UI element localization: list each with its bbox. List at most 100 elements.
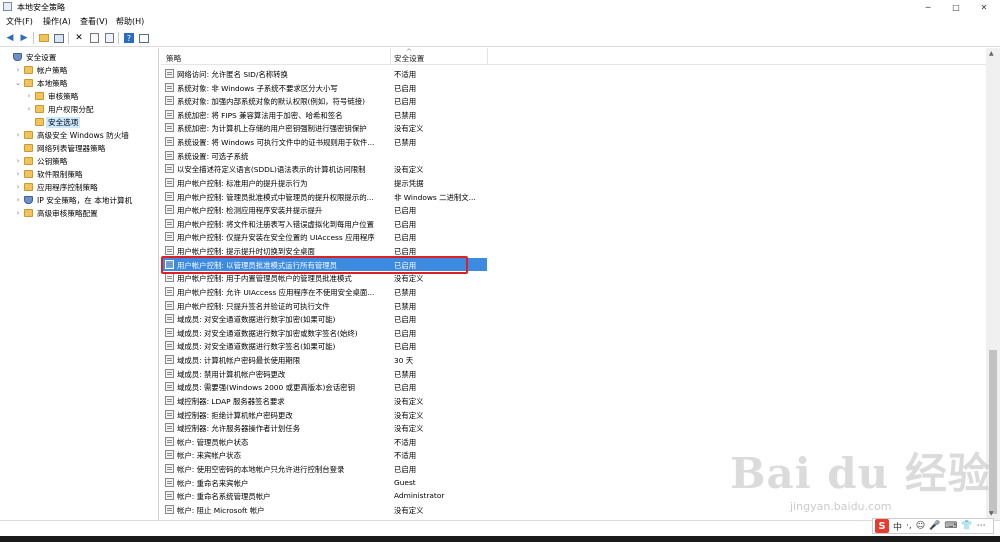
- policy-row[interactable]: 网络访问: 允许匿名 SID/名称转换 不适用: [161, 67, 986, 81]
- console-icon[interactable]: [138, 32, 150, 44]
- policy-row[interactable]: 域成员: 对安全通道数据进行数字签名(如果可能) 已启用: [161, 339, 986, 353]
- policy-row[interactable]: 系统对象: 非 Windows 子系统不要求区分大小写 已启用: [161, 81, 986, 95]
- menu-view[interactable]: 查看(V): [80, 16, 108, 27]
- policy-row[interactable]: 域成员: 对安全通道数据进行数字加密或数字签名(始终) 已启用: [161, 326, 986, 340]
- scroll-up-icon[interactable]: ▲: [989, 50, 994, 57]
- ime-mode[interactable]: 中: [893, 520, 902, 533]
- tree-item[interactable]: › IP 安全策略，在 本地计算机: [0, 194, 158, 207]
- policy-icon: [165, 218, 174, 228]
- policy-row[interactable]: 系统加密: 将 FIPS 兼容算法用于加密、哈希和签名 已禁用: [161, 108, 986, 122]
- menu-help[interactable]: 帮助(H): [116, 16, 144, 27]
- policy-icon: [165, 477, 174, 487]
- scroll-down-icon[interactable]: ▼: [989, 510, 994, 517]
- tree-item[interactable]: ⌄ 本地策略: [0, 77, 158, 90]
- security-setting: 没有定义: [394, 410, 424, 420]
- policy-row[interactable]: 域成员: 计算机帐户密码最长使用期限 30 天: [161, 353, 986, 367]
- tree-expander-icon[interactable]: [25, 118, 33, 126]
- policy-name: 域控制器: LDAP 服务器签名要求: [177, 396, 285, 406]
- folder-icon: [35, 92, 44, 100]
- security-setting: 已启用: [394, 97, 417, 107]
- policy-icon: [165, 191, 174, 201]
- tree-item-label: IP 安全策略，在 本地计算机: [37, 196, 133, 205]
- tree-expander-icon[interactable]: [3, 53, 11, 61]
- minimize-button[interactable]: ─: [914, 0, 942, 14]
- forward-arrow-icon[interactable]: ▶: [18, 32, 30, 44]
- column-header-policy[interactable]: 策略: [166, 53, 181, 64]
- policy-icon: [165, 137, 174, 147]
- up-folder-icon[interactable]: [38, 32, 50, 44]
- security-setting: 已启用: [394, 83, 417, 93]
- close-button[interactable]: ✕: [970, 0, 998, 14]
- tree-item[interactable]: 网络列表管理器策略: [0, 142, 158, 155]
- maximize-button[interactable]: □: [942, 0, 970, 14]
- tree-item[interactable]: › 公钥策略: [0, 155, 158, 168]
- tree-item[interactable]: › 用户权限分配: [0, 103, 158, 116]
- column-divider[interactable]: [487, 48, 488, 65]
- back-arrow-icon[interactable]: ◀: [4, 32, 16, 44]
- policy-name: 域控制器: 拒绝计算机帐户密码更改: [177, 410, 293, 420]
- tree-item[interactable]: › 应用程序控制策略: [0, 181, 158, 194]
- more-icon[interactable]: ⋯: [977, 521, 986, 531]
- tree-expander-icon[interactable]: ›: [14, 209, 22, 217]
- policy-row[interactable]: 用户帐户控制: 将文件和注册表写入错误虚拟化到每用户位置 已启用: [161, 217, 986, 231]
- security-setting: 已启用: [394, 464, 417, 474]
- policy-row[interactable]: 以安全描述符定义语言(SDDL)语法表示的计算机访问限制 没有定义: [161, 162, 986, 176]
- policy-row[interactable]: 系统对象: 加强内部系统对象的默认权限(例如，符号链接) 已启用: [161, 94, 986, 108]
- tree-item[interactable]: 安全选项: [0, 116, 158, 129]
- policy-row[interactable]: 系统设置: 将 Windows 可执行文件中的证书规则用于软件... 已禁用: [161, 135, 986, 149]
- policy-row[interactable]: 系统设置: 可选子系统: [161, 149, 986, 163]
- policy-row[interactable]: 用户帐户控制: 只提升签名并验证的可执行文件 已禁用: [161, 299, 986, 313]
- menu-file[interactable]: 文件(F): [6, 16, 33, 27]
- tree-item[interactable]: › 高级审核策略配置: [0, 207, 158, 220]
- tree-item-label: 高级安全 Windows 防火墙: [37, 131, 129, 140]
- policy-name: 用户帐户控制: 只提升签名并验证的可执行文件: [177, 301, 330, 311]
- tree-item[interactable]: › 高级安全 Windows 防火墙: [0, 129, 158, 142]
- help-icon[interactable]: ?: [123, 32, 135, 44]
- column-header-setting[interactable]: 安全设置: [394, 53, 424, 64]
- tree-expander-icon[interactable]: ⌄: [14, 79, 22, 87]
- security-setting: 已启用: [394, 219, 417, 229]
- policy-row[interactable]: 用户帐户控制: 标准用户的提升提示行为 提示凭据: [161, 176, 986, 190]
- menu-action[interactable]: 操作(A): [43, 16, 71, 27]
- tree-expander-icon[interactable]: ›: [14, 131, 22, 139]
- policy-row[interactable]: 用户帐户控制: 管理员批准模式中管理员的提升权限提示的... 非 Windows …: [161, 190, 986, 204]
- policy-row[interactable]: 系统加密: 为计算机上存储的用户密钥强制进行强密钥保护 没有定义: [161, 121, 986, 135]
- policy-row[interactable]: 域成员: 禁用计算机帐户密码更改 已禁用: [161, 367, 986, 381]
- tree-expander-icon[interactable]: ›: [14, 157, 22, 165]
- export-list-icon[interactable]: [103, 32, 115, 44]
- tree-expander-icon[interactable]: ›: [14, 66, 22, 74]
- policy-row[interactable]: 域控制器: 拒绝计算机帐户密码更改 没有定义: [161, 408, 986, 422]
- tree-item[interactable]: 安全设置: [0, 51, 158, 64]
- microphone-icon[interactable]: 🎤: [929, 521, 940, 531]
- skin-icon[interactable]: 👕: [961, 521, 972, 531]
- policy-row[interactable]: 域控制器: LDAP 服务器签名要求 没有定义: [161, 394, 986, 408]
- policy-row[interactable]: 域成员: 对安全通道数据进行数字加密(如果可能) 已启用: [161, 312, 986, 326]
- tree-expander-icon[interactable]: [14, 144, 22, 152]
- tree-expander-icon[interactable]: ›: [14, 196, 22, 204]
- ime-punctuation[interactable]: ·,: [906, 521, 912, 531]
- sogou-logo-icon[interactable]: S: [875, 519, 889, 533]
- tree-expander-icon[interactable]: ›: [14, 170, 22, 178]
- policy-row[interactable]: 用户帐户控制: 检测应用程序安装并提示提升 已启用: [161, 203, 986, 217]
- policy-row[interactable]: 用户帐户控制: 仅提升安装在安全位置的 UIAccess 应用程序 已启用: [161, 230, 986, 244]
- column-divider[interactable]: [390, 48, 391, 65]
- policy-row[interactable]: 用户帐户控制: 允许 UIAccess 应用程序在不使用安全桌面... 已禁用: [161, 285, 986, 299]
- delete-icon[interactable]: ✕: [73, 32, 85, 44]
- ime-toolbar: S 中 ·, ☺ 🎤 ⌨ 👕 ⋯: [872, 518, 994, 534]
- policy-name: 用户帐户控制: 允许 UIAccess 应用程序在不使用安全桌面...: [177, 287, 375, 297]
- keyboard-icon[interactable]: ⌨: [944, 521, 957, 531]
- security-setting: 已启用: [394, 233, 417, 243]
- emoji-icon[interactable]: ☺: [916, 521, 925, 531]
- tree-item[interactable]: › 软件限制策略: [0, 168, 158, 181]
- policy-row[interactable]: 域成员: 需要强(Windows 2000 或更高版本)会话密钥 已启用: [161, 380, 986, 394]
- policy-icon: [165, 109, 174, 119]
- tree-expander-icon[interactable]: ›: [25, 92, 33, 100]
- tree-item[interactable]: › 审核策略: [0, 90, 158, 103]
- tree-expander-icon[interactable]: ›: [14, 183, 22, 191]
- policy-row[interactable]: 域控制器: 允许服务器操作者计划任务 没有定义: [161, 421, 986, 435]
- tree-item[interactable]: › 帐户策略: [0, 64, 158, 77]
- show-tree-icon[interactable]: [53, 32, 65, 44]
- policy-name: 用户帐户控制: 仅提升安装在安全位置的 UIAccess 应用程序: [177, 233, 375, 243]
- properties-icon[interactable]: [88, 32, 100, 44]
- tree-expander-icon[interactable]: ›: [25, 105, 33, 113]
